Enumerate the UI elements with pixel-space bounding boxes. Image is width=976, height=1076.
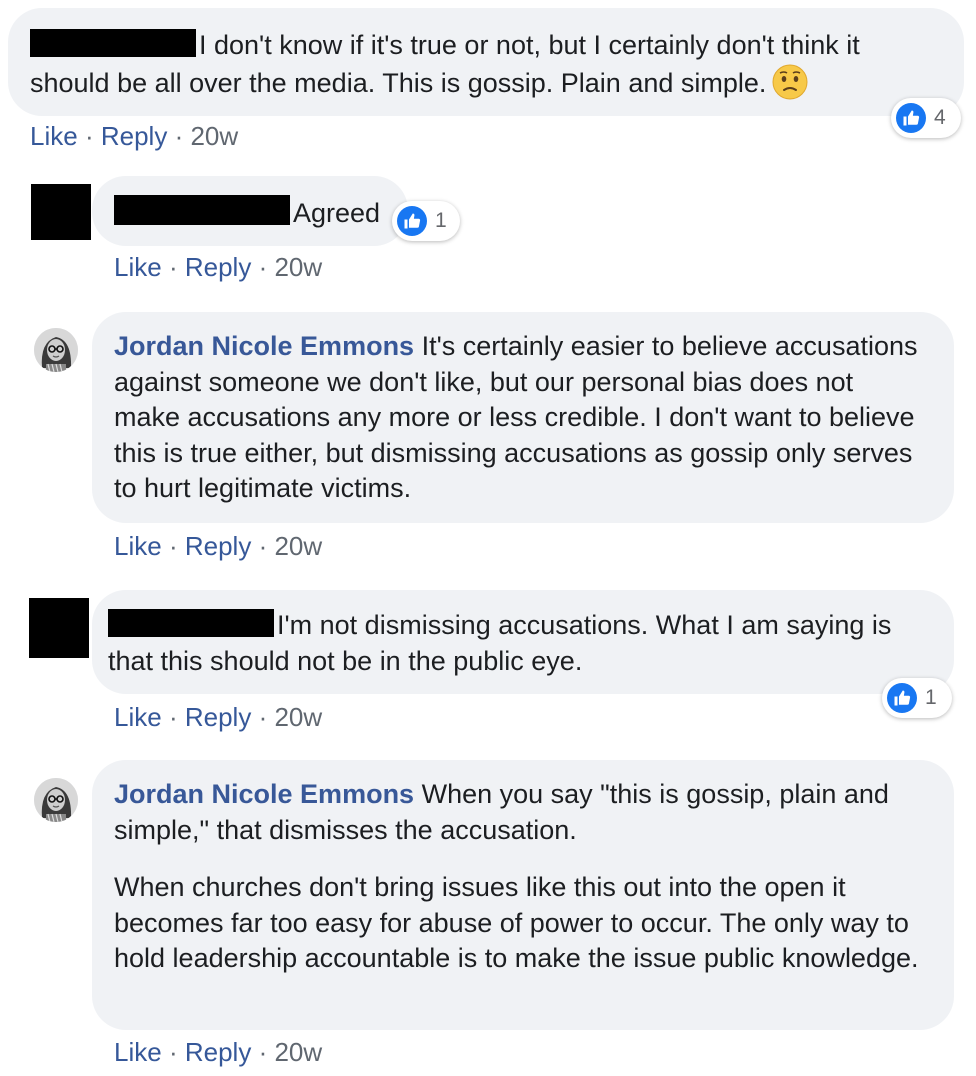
separator: · [258,1037,268,1067]
comment-author[interactable]: Jordan Nicole Emmons [114,779,414,809]
comment-bubble: I'm not dismissing accusations. What I a… [92,590,954,694]
reaction-count[interactable]: 1 [882,678,952,718]
comment-author[interactable]: Jordan Nicole Emmons [114,331,414,361]
thumbs-up-icon [896,103,926,133]
comment-actions: Like · Reply · 20w [114,252,322,283]
confused-face-icon [772,64,808,99]
like-link[interactable]: Like [114,702,162,732]
comment-bubble: Agreed [92,176,408,246]
timestamp[interactable]: 20w [274,702,322,732]
reaction-number: 1 [925,686,937,709]
comment-actions: Like · Reply · 20w [30,121,238,152]
comment-bubble: I don't know if it's true or not, but I … [8,8,964,116]
redacted-name [114,195,290,225]
comment-bubble: Jordan Nicole Emmons It's certainly easi… [92,312,954,523]
redacted-name [108,609,274,637]
avatar[interactable] [29,598,89,658]
comment-actions: Like · Reply · 20w [114,531,322,562]
separator: · [168,531,178,561]
redacted-name [30,29,196,57]
timestamp[interactable]: 20w [274,531,322,561]
reply-link[interactable]: Reply [185,702,251,732]
timestamp[interactable]: 20w [274,1037,322,1067]
separator: · [258,531,268,561]
separator: · [168,1037,178,1067]
reaction-number: 1 [435,209,447,232]
separator: · [84,121,94,151]
comment-actions: Like · Reply · 20w [114,1037,322,1068]
reaction-number: 4 [934,106,946,129]
separator: · [174,121,184,151]
timestamp[interactable]: 20w [274,252,322,282]
avatar[interactable] [31,184,91,240]
reply-link[interactable]: Reply [185,252,251,282]
comment-actions: Like · Reply · 20w [114,702,322,733]
thumbs-up-icon [887,683,917,713]
reply-link[interactable]: Reply [185,531,251,561]
thumbs-up-icon [397,206,427,236]
profile-photo-icon [34,778,78,822]
timestamp[interactable]: 20w [190,121,238,151]
like-link[interactable]: Like [114,1037,162,1067]
separator: · [168,702,178,732]
like-link[interactable]: Like [114,531,162,561]
reply-link[interactable]: Reply [101,121,167,151]
like-link[interactable]: Like [30,121,78,151]
reaction-count[interactable]: 1 [392,201,460,241]
like-link[interactable]: Like [114,252,162,282]
separator: · [258,702,268,732]
profile-photo-icon [34,328,78,372]
separator: · [258,252,268,282]
avatar[interactable] [34,328,78,372]
comment-paragraph: Jordan Nicole Emmons When you say "this … [114,777,924,848]
reaction-count[interactable]: 4 [891,98,961,138]
comment-text: Agreed [293,198,381,228]
comment-bubble: Jordan Nicole Emmons When you say "this … [92,760,954,1030]
avatar[interactable] [34,778,78,822]
comment-paragraph: When churches don't bring issues like th… [114,872,919,973]
reply-link[interactable]: Reply [185,1037,251,1067]
separator: · [168,252,178,282]
